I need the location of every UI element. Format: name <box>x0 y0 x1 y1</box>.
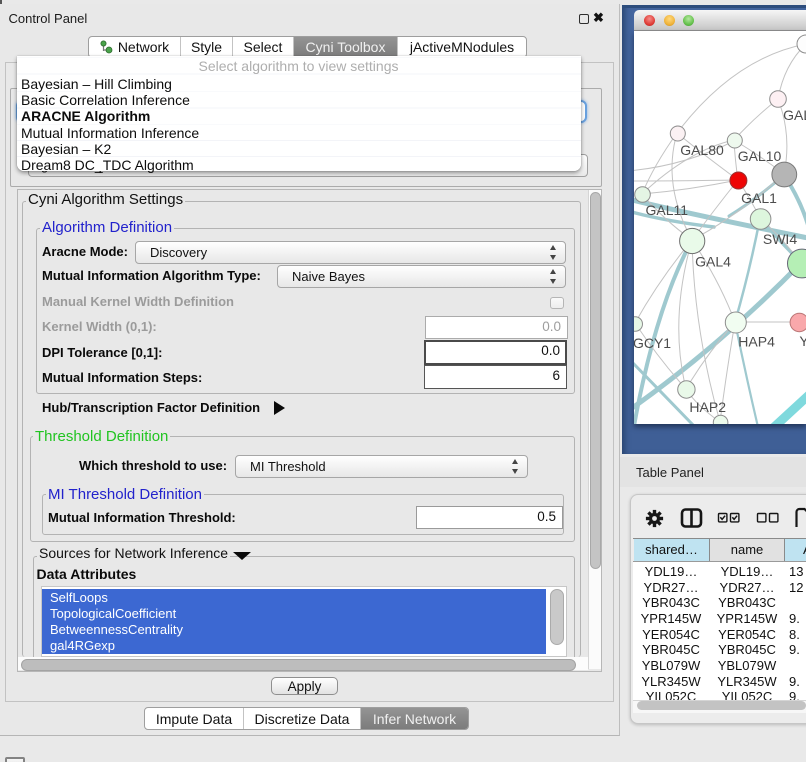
svg-text:GAL7: GAL7 <box>783 107 806 123</box>
svg-text:SWI4: SWI4 <box>763 231 797 247</box>
svg-text:GAL11: GAL11 <box>646 202 689 218</box>
svg-text:Y: Y <box>799 333 806 349</box>
svg-text:GAL10: GAL10 <box>738 148 782 164</box>
svg-text:HAP2: HAP2 <box>689 399 726 415</box>
svg-text:GAL1: GAL1 <box>741 190 777 206</box>
svg-text:GCY1: GCY1 <box>634 335 671 351</box>
svg-text:GAL4: GAL4 <box>695 254 731 270</box>
svg-text:GAL80: GAL80 <box>680 142 724 158</box>
svg-text:HAP4: HAP4 <box>738 334 775 350</box>
